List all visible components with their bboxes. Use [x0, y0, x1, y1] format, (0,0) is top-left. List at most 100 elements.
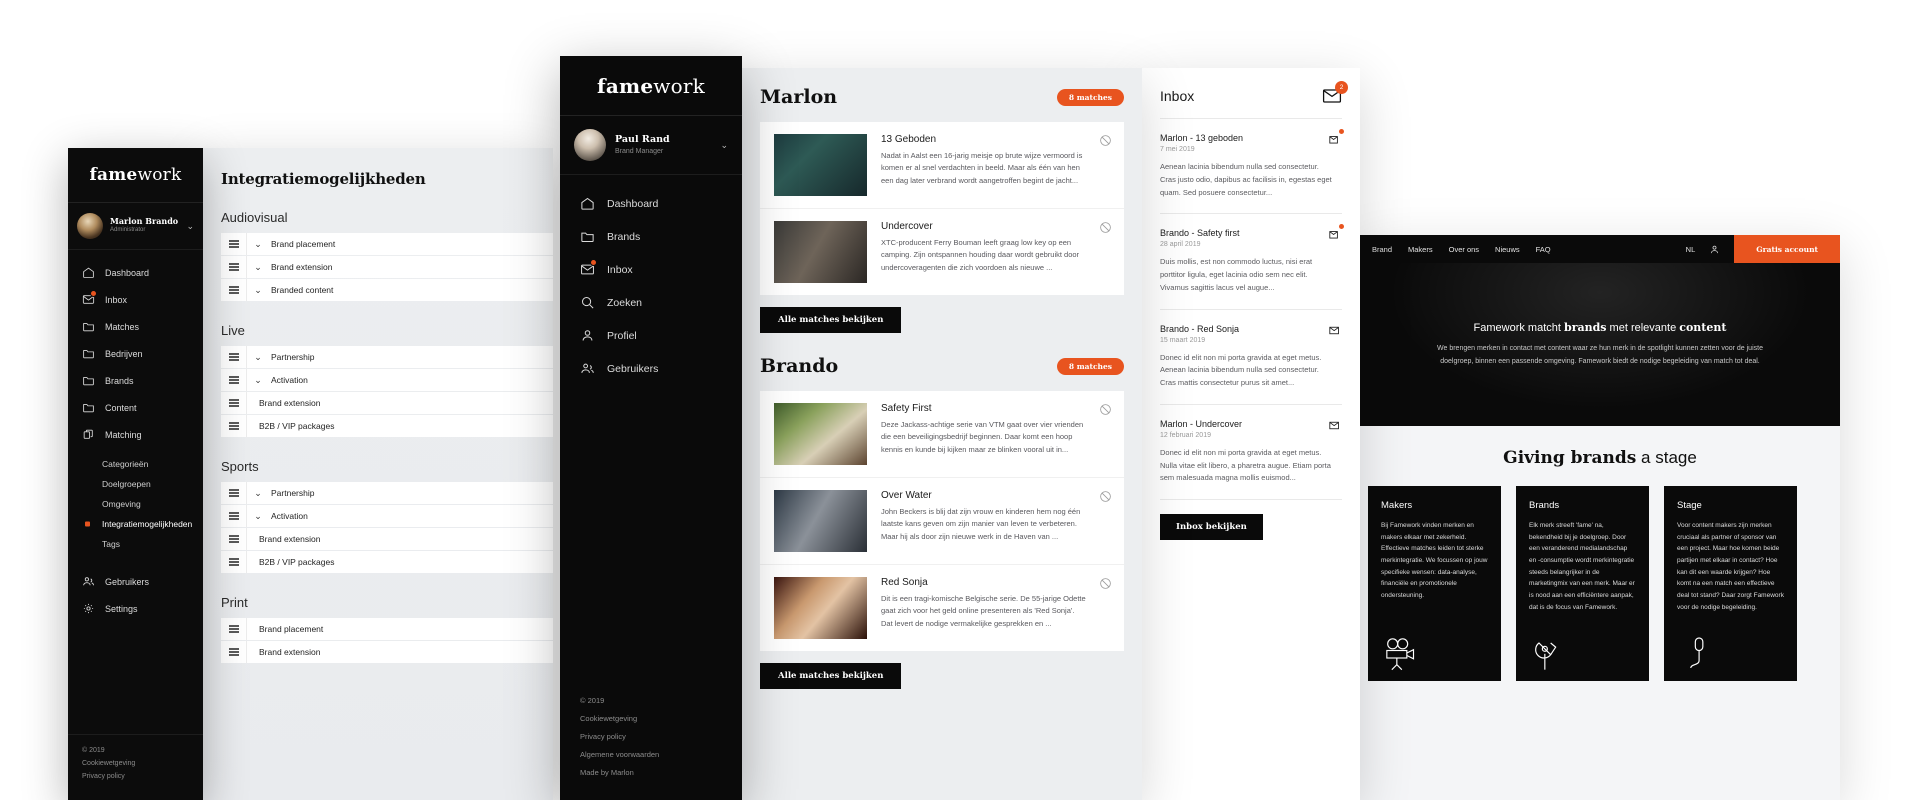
integration-row[interactable]: Brand extension: [221, 392, 553, 414]
integration-row[interactable]: ⌄ Activation: [221, 369, 553, 391]
envelope-icon[interactable]: [1329, 418, 1342, 429]
envelope-icon[interactable]: 2: [1322, 81, 1348, 104]
sidebar-subitem-integratiemogelijkheden[interactable]: Integratiemogelijkheden: [68, 514, 203, 534]
inbox-message[interactable]: Marlon - 13 geboden 7 mei 2019 Aenean la…: [1160, 118, 1344, 213]
language-selector[interactable]: NL: [1686, 245, 1696, 254]
integration-row[interactable]: Brand extension: [221, 528, 553, 550]
envelope-icon[interactable]: [1329, 323, 1342, 334]
nav-link-brand[interactable]: Brand: [1372, 245, 1392, 254]
sidebar-item-gebruikers[interactable]: Gebruikers: [560, 352, 742, 385]
match-row[interactable]: Safety First Deze Jackass-achtige serie …: [760, 391, 1124, 478]
chevron-down-icon[interactable]: ⌄: [247, 488, 269, 499]
block-icon[interactable]: [1099, 490, 1112, 503]
inbox-message[interactable]: Marlon - Undercover 12 februari 2019 Don…: [1160, 403, 1342, 499]
integration-row[interactable]: ⌄ Brand placement: [221, 233, 553, 255]
drag-handle-icon[interactable]: [221, 528, 247, 550]
block-icon[interactable]: [1099, 134, 1112, 147]
drag-handle-icon[interactable]: [221, 256, 247, 278]
stage-card[interactable]: Brands Elk merk streeft 'fame' na, beken…: [1516, 486, 1649, 681]
logo[interactable]: fame work: [560, 56, 742, 116]
gratis-account-button[interactable]: Gratis account: [1734, 235, 1840, 263]
drag-handle-icon[interactable]: [221, 233, 247, 255]
match-row[interactable]: Red Sonja Dit is een tragi-komische Belg…: [760, 565, 1124, 651]
nav-link-faq[interactable]: FAQ: [1536, 245, 1551, 254]
drag-handle-icon[interactable]: [221, 551, 247, 573]
account-icon[interactable]: [1709, 244, 1720, 255]
drag-handle-icon[interactable]: [221, 279, 247, 301]
integration-row[interactable]: ⌄ Activation: [221, 505, 553, 527]
view-all-matches-button[interactable]: Alle matches bekijken: [760, 307, 902, 333]
inbox-message[interactable]: Brando - Red Sonja 15 maart 2019 Donec i…: [1160, 308, 1342, 404]
nav-link-over-ons[interactable]: Over ons: [1449, 245, 1479, 254]
footer-link-algemene-voorwaarden[interactable]: Algemene voorwaarden: [580, 750, 722, 759]
integration-row[interactable]: ⌄ Partnership: [221, 482, 553, 504]
sidebar-subitem-omgeving[interactable]: Omgeving: [68, 494, 203, 514]
drag-handle-icon[interactable]: [221, 415, 247, 437]
sidebar-item-gebruikers[interactable]: Gebruikers: [68, 568, 203, 595]
block-icon[interactable]: [1099, 403, 1112, 416]
chevron-down-icon[interactable]: ⌄: [247, 375, 269, 386]
stage-card[interactable]: Makers Bij Famework vinden merken en mak…: [1368, 486, 1501, 681]
chevron-down-icon[interactable]: ⌄: [247, 285, 269, 296]
integration-row[interactable]: Brand extension: [221, 641, 553, 663]
chevron-down-icon[interactable]: ⌄: [247, 352, 269, 363]
sidebar-item-inbox[interactable]: Inbox: [68, 286, 203, 313]
sidebar-item-content[interactable]: Content: [68, 394, 203, 421]
sidebar-item-matches[interactable]: Matches: [68, 313, 203, 340]
block-icon[interactable]: [1099, 221, 1112, 234]
user-profile-switcher[interactable]: Paul Rand Brand Manager ⌄: [560, 116, 742, 175]
sidebar-item-settings[interactable]: Settings: [68, 595, 203, 622]
view-inbox-button[interactable]: Inbox bekijken: [1160, 514, 1263, 540]
drag-handle-icon[interactable]: [221, 641, 247, 663]
integration-row[interactable]: ⌄ Branded content: [221, 279, 553, 301]
footer-link-privacy-policy[interactable]: Privacy policy: [82, 773, 189, 780]
unread-envelope-icon[interactable]: [1329, 129, 1344, 144]
unread-envelope-icon[interactable]: [1329, 224, 1344, 239]
footer-link-privacy-policy[interactable]: Privacy policy: [580, 732, 722, 741]
user-profile-switcher[interactable]: Marlon Brando Administrator ⌄: [68, 203, 203, 250]
chevron-down-icon[interactable]: ⌄: [247, 239, 269, 250]
logo[interactable]: fame work: [68, 148, 203, 203]
sidebar-item-profiel[interactable]: Profiel: [560, 319, 742, 352]
chevron-down-icon[interactable]: ⌄: [247, 262, 269, 273]
drag-handle-icon[interactable]: [221, 618, 247, 640]
integration-row[interactable]: B2B / VIP packages: [221, 415, 553, 437]
sidebar-item-zoeken[interactable]: Zoeken: [560, 286, 742, 319]
nav-link-nieuws[interactable]: Nieuws: [1495, 245, 1520, 254]
sidebar-item-bedrijven[interactable]: Bedrijven: [68, 340, 203, 367]
message-preview: Donec id elit non mi porta gravida at eg…: [1160, 447, 1331, 483]
drag-handle-icon[interactable]: [221, 505, 247, 527]
stage-card[interactable]: Stage Voor content makers zijn merken cr…: [1664, 486, 1797, 681]
view-all-matches-button[interactable]: Alle matches bekijken: [760, 663, 902, 689]
chevron-down-icon[interactable]: ⌄: [720, 140, 728, 151]
match-row[interactable]: 13 Geboden Nadat in Aalst een 16-jarig m…: [760, 122, 1124, 209]
integration-row[interactable]: ⌄ Partnership: [221, 346, 553, 368]
sidebar-item-dashboard[interactable]: Dashboard: [560, 187, 742, 220]
match-row[interactable]: Over Water John Beckers is blij dat zijn…: [760, 478, 1124, 565]
drag-handle-icon[interactable]: [221, 392, 247, 414]
footer-link-cookiewetgeving[interactable]: Cookiewetgeving: [580, 714, 722, 723]
match-row[interactable]: Undercover XTC-producent Ferry Bouman le…: [760, 209, 1124, 295]
footer-link-cookiewetgeving[interactable]: Cookiewetgeving: [82, 760, 189, 767]
envelope-icon: [580, 259, 597, 277]
drag-handle-icon[interactable]: [221, 346, 247, 368]
sidebar-item-inbox[interactable]: Inbox: [560, 253, 742, 286]
sidebar-item-dashboard[interactable]: Dashboard: [68, 259, 203, 286]
sidebar-subitem-doelgroepen[interactable]: Doelgroepen: [68, 474, 203, 494]
sidebar-item-matching[interactable]: Matching: [68, 421, 203, 448]
sidebar-item-brands[interactable]: Brands: [68, 367, 203, 394]
chevron-down-icon[interactable]: ⌄: [247, 511, 269, 522]
sidebar-item-brands[interactable]: Brands: [560, 220, 742, 253]
nav-link-makers[interactable]: Makers: [1408, 245, 1433, 254]
chevron-down-icon[interactable]: ⌄: [186, 221, 194, 232]
integration-row[interactable]: Brand placement: [221, 618, 553, 640]
block-icon[interactable]: [1099, 577, 1112, 590]
sidebar-subitem-categorieen[interactable]: Categorieën: [68, 454, 203, 474]
drag-handle-icon[interactable]: [221, 482, 247, 504]
integration-row[interactable]: B2B / VIP packages: [221, 551, 553, 573]
sidebar-subitem-tags[interactable]: Tags: [68, 534, 203, 554]
drag-handle-icon[interactable]: [221, 369, 247, 391]
folder-icon: [82, 401, 95, 414]
integration-row[interactable]: ⌄ Brand extension: [221, 256, 553, 278]
inbox-message[interactable]: Brando - Safety first 28 april 2019 Duis…: [1160, 213, 1344, 308]
